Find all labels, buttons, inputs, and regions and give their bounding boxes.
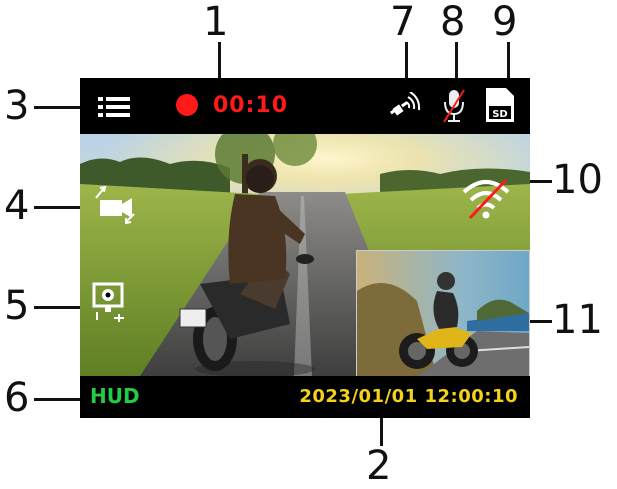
callout-7: 7 <box>390 0 416 45</box>
callout-9: 9 <box>492 0 518 45</box>
hud-label: HUD <box>90 384 140 408</box>
callout-5: 5 <box>4 283 30 329</box>
callout-1: 1 <box>203 0 229 45</box>
callout-10: 10 <box>552 157 603 203</box>
pip-scene <box>357 251 529 377</box>
pip-rear-camera-view <box>356 250 530 378</box>
callout-6: 6 <box>4 375 30 421</box>
menu-list-icon[interactable] <box>98 96 130 118</box>
date-time-stamp: 2023/01/01 12:00:10 <box>299 386 518 407</box>
parking-monitor-icon[interactable] <box>92 282 134 322</box>
top-status-bar: 00:10 SD <box>80 78 530 134</box>
microphone-muted-icon <box>442 88 466 124</box>
camera-switch-icon[interactable] <box>90 184 142 225</box>
sd-card-icon: SD <box>486 88 514 122</box>
dashcam-screen: 00:10 SD HUD 2023/01/01 12:00:10 <box>80 78 530 418</box>
callout-11: 11 <box>552 297 603 343</box>
bottom-status-bar: HUD 2023/01/01 12:00:10 <box>80 376 530 418</box>
callout-3: 3 <box>4 83 30 129</box>
sd-label: SD <box>492 109 508 120</box>
leader-8 <box>455 42 458 80</box>
leader-9 <box>507 42 510 80</box>
callout-8: 8 <box>440 0 466 45</box>
recording-indicator-dot <box>176 94 198 116</box>
callout-2: 2 <box>366 443 392 489</box>
recording-time: 00:10 <box>213 93 289 118</box>
callout-4: 4 <box>4 183 30 229</box>
gps-satellite-icon <box>389 91 422 120</box>
wifi-off-icon <box>460 176 512 220</box>
leader-7 <box>405 42 408 80</box>
